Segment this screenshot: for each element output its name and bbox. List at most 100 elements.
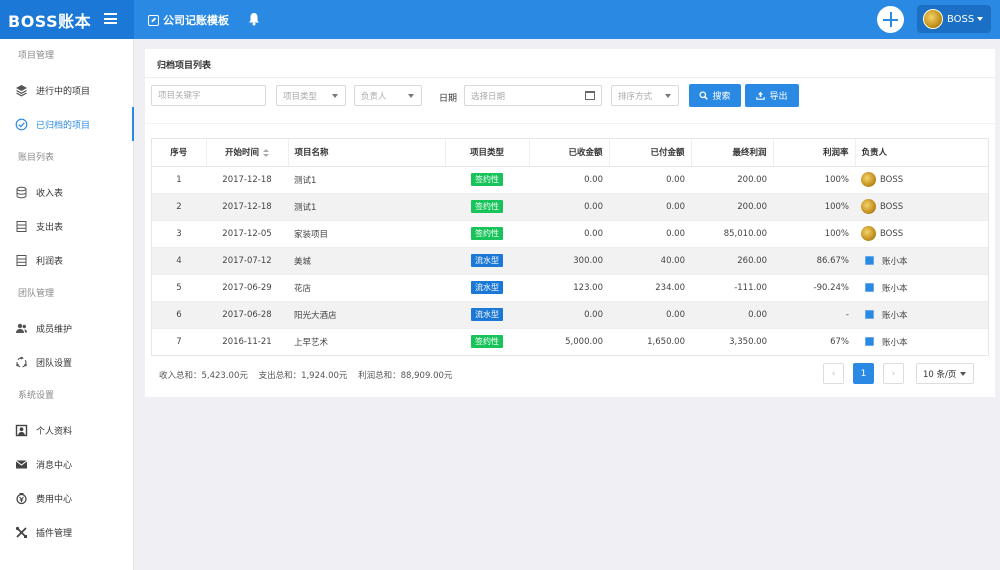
table-row[interactable]: 4 2017-07-12 美城 流水型 300.00 40.00 260.00 86.67% 账… xyxy=(152,247,988,275)
bell-icon[interactable] xyxy=(248,12,260,26)
search-button[interactable]: 搜索 xyxy=(689,84,741,107)
brand-logo[interactable]: BOSS账本 xyxy=(8,8,91,32)
owner-info: BOSS xyxy=(861,226,982,241)
page-size-value: 10 条/页 xyxy=(923,369,957,380)
profit-rate: 86.67% xyxy=(773,247,855,275)
sidebar-item-label: 费用中心 xyxy=(36,494,73,505)
expense-total: 支出总和：1,924.00元 xyxy=(258,371,348,381)
owner-select[interactable]: 负责人 xyxy=(354,85,422,106)
owner-cell: 账小本 xyxy=(855,328,988,355)
sidebar-item-messages[interactable]: 消息中心 xyxy=(0,447,133,481)
paid-amount: 0.00 xyxy=(609,301,691,329)
sidebar-item-profile[interactable]: 个人资料 xyxy=(0,413,133,447)
sidebar-item-archived-projects[interactable]: 已归档的项目 xyxy=(0,107,134,141)
owner-placeholder: 负责人 xyxy=(361,91,387,102)
user-square-icon xyxy=(865,310,874,319)
prev-page-button[interactable]: ‹ xyxy=(823,363,844,384)
final-profit: 200.00 xyxy=(691,166,773,194)
page-1-button[interactable]: 1 xyxy=(853,363,874,384)
sidebar-item-active-projects[interactable]: 进行中的项目 xyxy=(0,73,133,107)
user-name: BOSS xyxy=(947,13,975,25)
menu-toggle-icon[interactable] xyxy=(104,13,117,24)
export-icon xyxy=(756,91,766,100)
received-amount: 0.00 xyxy=(529,193,609,221)
table-row[interactable]: 6 2017-06-28 阳光大酒店 流水型 0.00 0.00 0.00- 账小本 xyxy=(152,301,988,329)
table-row[interactable]: 3 2017-12-05 家装项目 签约性 0.00 0.00 85,010.00 100% B… xyxy=(152,220,988,248)
chevron-down-icon xyxy=(332,94,338,98)
owner-name: 账小本 xyxy=(882,310,908,321)
chevron-down-icon xyxy=(665,94,671,98)
sidebar-group-label: 账目列表 xyxy=(18,153,55,163)
module-link-label: 公司记账模板 xyxy=(163,14,229,27)
start-date: 2017-12-05 xyxy=(206,220,288,248)
paid-amount: 0.00 xyxy=(609,193,691,221)
profit-rate: -90.24% xyxy=(773,274,855,302)
sidebar-item-label: 个人资料 xyxy=(36,426,73,437)
project-type-cell: 流水型 xyxy=(445,247,529,275)
profile-icon xyxy=(15,424,28,437)
profit-rate: - xyxy=(773,301,855,329)
projects-table: 序号 开始时间 项目名称 项目类型 已收金额 已付金额 最终利润 利润率 负责人… xyxy=(151,138,989,356)
date-picker[interactable]: 选择日期 xyxy=(464,85,602,106)
row-number: 4 xyxy=(152,247,206,275)
module-link[interactable]: 公司记账模板 xyxy=(148,12,229,28)
sidebar-item-profit[interactable]: 利润表 xyxy=(0,243,133,277)
owner-info: 账小本 xyxy=(861,309,982,321)
sidebar-item-team-settings[interactable]: 团队设置 xyxy=(0,345,133,379)
table-row[interactable]: 1 2017-12-18 测试1 签约性 0.00 0.00 200.00 100% BOSS xyxy=(152,166,988,194)
archived-projects-panel: 归档项目列表 项目类型 负责人 日期 选择日期 排序方式 搜索 导出 xyxy=(145,49,995,397)
column-header: 项目名称 xyxy=(288,139,446,167)
row-number: 1 xyxy=(152,166,206,194)
sidebar-item-fees[interactable]: 费用中心 xyxy=(0,481,133,515)
owner-name: 账小本 xyxy=(882,283,908,294)
profit-rate: 67% xyxy=(830,336,849,347)
next-page-button[interactable]: › xyxy=(883,363,904,384)
received-amount: 123.00 xyxy=(529,274,609,302)
owner-name: 账小本 xyxy=(882,337,908,348)
table-row[interactable]: 2 2017-12-18 测试1 签约性 0.00 0.00 200.00 100% BOSS xyxy=(152,193,988,221)
received-amount: 5,000.00 xyxy=(565,336,603,347)
received-amount: 0.00 xyxy=(529,166,609,194)
column-header: 已收金额 xyxy=(529,139,610,167)
user-menu[interactable]: BOSS xyxy=(917,5,991,33)
export-button[interactable]: 导出 xyxy=(745,84,799,107)
row-number: 2 xyxy=(152,193,206,221)
column-header: 项目类型 xyxy=(445,139,530,167)
sidebar-item-income[interactable]: 收入表 xyxy=(0,175,133,209)
sidebar-item-expense[interactable]: 支出表 xyxy=(0,209,133,243)
sidebar-item-plugins[interactable]: 插件管理 xyxy=(0,515,133,549)
column-header: 最终利润 xyxy=(691,139,774,167)
owner-info: BOSS xyxy=(861,199,982,214)
sidebar-item-label: 已归档的项目 xyxy=(36,120,91,131)
start-date: 2017-12-18 xyxy=(206,166,288,194)
owner-name: BOSS xyxy=(880,228,904,239)
sidebar-item-label: 插件管理 xyxy=(36,528,73,539)
keyword-input[interactable] xyxy=(158,90,265,101)
sidebar-item-members[interactable]: 成员维护 xyxy=(0,311,133,345)
owner-cell: 账小本 xyxy=(855,301,988,329)
date-placeholder: 选择日期 xyxy=(471,91,506,102)
avatar xyxy=(861,226,876,241)
final-profit: 3,350.00 xyxy=(729,336,767,347)
project-name: 家装项目 xyxy=(288,220,445,248)
add-button[interactable] xyxy=(877,6,904,33)
page-size-select[interactable]: 10 条/页 xyxy=(916,363,974,384)
sidebar-item-label: 进行中的项目 xyxy=(36,86,91,97)
sort-icon[interactable] xyxy=(263,148,269,157)
table-row[interactable]: 7 2016-11-21 上早艺术 签约性 5,000.00 1,650.00 3,350.… xyxy=(152,328,988,355)
owner-cell: BOSS xyxy=(855,193,988,221)
chevron-down-icon xyxy=(977,17,984,21)
final-profit: -111.00 xyxy=(691,274,773,302)
owner-info: BOSS xyxy=(861,172,982,187)
chevron-down-icon xyxy=(960,372,966,376)
received-amount: 300.00 xyxy=(529,247,609,275)
database-icon xyxy=(15,220,28,233)
column-header: 已付金额 xyxy=(609,139,692,167)
sort-select[interactable]: 排序方式 xyxy=(611,85,679,106)
received-amount: 0.00 xyxy=(529,220,609,248)
project-type-select[interactable]: 项目类型 xyxy=(276,85,346,106)
mail-icon xyxy=(15,458,28,471)
table-row[interactable]: 5 2017-06-29 花店 流水型 123.00 234.00 -111.00 -90.2… xyxy=(152,274,988,302)
paid-amount: 234.00 xyxy=(609,274,691,302)
column-header-sortable[interactable]: 开始时间 xyxy=(206,139,289,167)
